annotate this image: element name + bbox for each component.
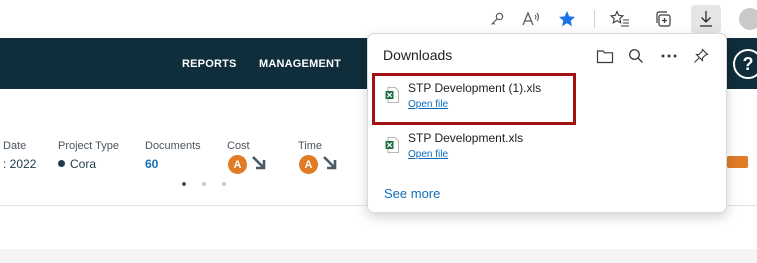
pager-dot[interactable] xyxy=(182,182,186,186)
status-dot-icon xyxy=(58,160,65,167)
project-type-value: Cora xyxy=(58,157,96,171)
folder-icon[interactable] xyxy=(592,44,618,68)
status-bar-indicator xyxy=(727,156,748,168)
see-more-link[interactable]: See more xyxy=(384,186,440,201)
date-label: Date xyxy=(3,140,27,152)
documents-label: Documents xyxy=(145,140,201,152)
open-file-link[interactable]: Open file xyxy=(408,149,448,160)
more-icon[interactable] xyxy=(656,44,682,68)
pager-dot[interactable] xyxy=(202,182,206,186)
favorite-star-icon[interactable] xyxy=(552,5,582,33)
time-grade-badge: A xyxy=(299,155,318,174)
download-file-name: STP Development.xls xyxy=(408,131,524,145)
profile-avatar[interactable] xyxy=(739,8,757,30)
trend-down-arrow-icon xyxy=(252,156,266,170)
highlight-box xyxy=(372,73,576,125)
time-label: Time xyxy=(298,140,323,152)
documents-value[interactable]: 60 xyxy=(145,157,158,171)
cost-label: Cost xyxy=(227,140,250,152)
search-icon[interactable] xyxy=(623,44,649,68)
pager-dot[interactable] xyxy=(222,182,226,186)
nav-management[interactable]: MANAGEMENT xyxy=(259,58,341,70)
downloads-icon[interactable] xyxy=(691,5,721,33)
date-value: : 2022 xyxy=(3,157,37,171)
toolbar-separator xyxy=(594,10,595,28)
project-type-label: Project Type xyxy=(58,140,119,152)
help-button[interactable]: ? xyxy=(733,49,757,79)
cost-grade-badge: A xyxy=(228,155,247,174)
pin-icon[interactable] xyxy=(688,44,714,68)
download-item[interactable]: STP Development.xls Open file xyxy=(376,126,720,172)
downloads-title: Downloads xyxy=(383,47,453,63)
collections-icon[interactable] xyxy=(648,5,678,33)
key-icon[interactable] xyxy=(482,5,512,33)
excel-file-icon xyxy=(385,137,399,153)
content-band xyxy=(0,249,757,263)
project-type-text: Cora xyxy=(70,157,97,171)
nav-reports[interactable]: REPORTS xyxy=(182,58,237,70)
read-aloud-icon[interactable] xyxy=(516,5,546,33)
favorites-list-icon[interactable] xyxy=(605,5,635,33)
trend-down-arrow-icon xyxy=(323,156,337,170)
